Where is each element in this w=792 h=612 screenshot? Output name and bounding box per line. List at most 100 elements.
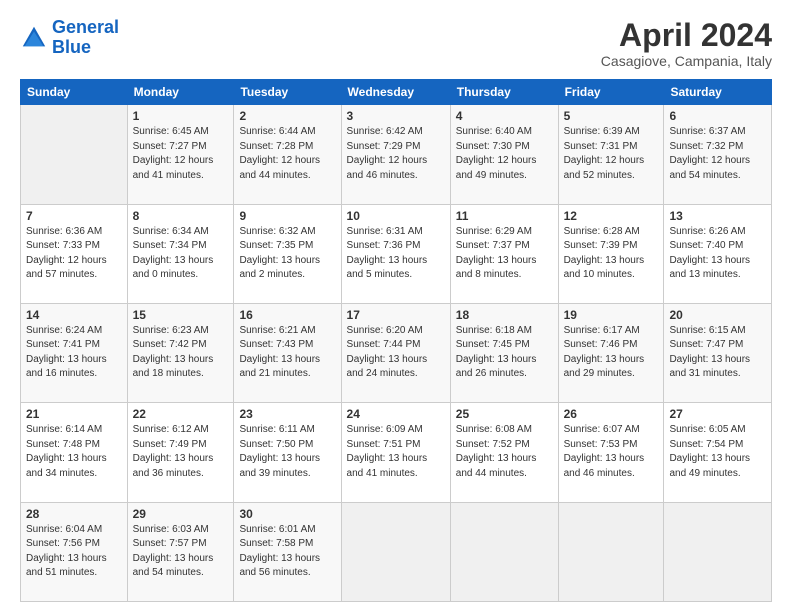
day-number: 7 xyxy=(26,209,122,223)
day-info: Sunrise: 6:14 AM Sunset: 7:48 PM Dayligh… xyxy=(26,423,122,481)
logo-icon xyxy=(20,24,48,52)
day-info: Sunrise: 6:21 AM Sunset: 7:43 PM Dayligh… xyxy=(239,324,335,382)
day-info: Sunrise: 6:07 AM Sunset: 7:53 PM Dayligh… xyxy=(564,423,659,481)
day-number: 8 xyxy=(133,209,229,223)
day-number: 29 xyxy=(133,507,229,521)
day-info: Sunrise: 6:20 AM Sunset: 7:44 PM Dayligh… xyxy=(347,324,445,382)
day-number: 1 xyxy=(133,109,229,123)
day-cell: 30 Sunrise: 6:01 AM Sunset: 7:58 PM Dayli… xyxy=(234,502,341,601)
day-cell: 20 Sunrise: 6:15 AM Sunset: 7:47 PM Dayli… xyxy=(664,303,772,402)
col-header-friday: Friday xyxy=(558,80,664,105)
day-cell: 24Sunrise: 6:09 AM Sunset: 7:51 PM Dayli… xyxy=(341,403,450,502)
day-info: Sunrise: 6:42 AM Sunset: 7:29 PM Dayligh… xyxy=(347,125,445,183)
day-cell xyxy=(450,502,558,601)
day-info: Sunrise: 6:29 AM Sunset: 7:37 PM Dayligh… xyxy=(456,225,553,283)
logo-blue: Blue xyxy=(52,37,91,57)
logo-text: General Blue xyxy=(52,18,119,58)
day-cell: 8Sunrise: 6:34 AM Sunset: 7:34 PM Daylig… xyxy=(127,204,234,303)
day-cell xyxy=(21,105,128,204)
day-number: 5 xyxy=(564,109,659,123)
day-info: Sunrise: 6:26 AM Sunset: 7:40 PM Dayligh… xyxy=(669,225,766,283)
day-info: Sunrise: 6:01 AM Sunset: 7:58 PM Dayligh… xyxy=(239,523,335,581)
day-number: 15 xyxy=(133,308,229,322)
day-cell: 3 Sunrise: 6:42 AM Sunset: 7:29 PM Daylig… xyxy=(341,105,450,204)
day-cell: 18Sunrise: 6:18 AM Sunset: 7:45 PM Dayli… xyxy=(450,303,558,402)
day-cell: 17 Sunrise: 6:20 AM Sunset: 7:44 PM Dayli… xyxy=(341,303,450,402)
day-info: Sunrise: 6:40 AM Sunset: 7:30 PM Dayligh… xyxy=(456,125,553,183)
day-info: Sunrise: 6:09 AM Sunset: 7:51 PM Dayligh… xyxy=(347,423,445,481)
day-cell: 15 Sunrise: 6:23 AM Sunset: 7:42 PM Dayli… xyxy=(127,303,234,402)
day-info: Sunrise: 6:12 AM Sunset: 7:49 PM Dayligh… xyxy=(133,423,229,481)
day-info: Sunrise: 6:11 AM Sunset: 7:50 PM Dayligh… xyxy=(239,423,335,481)
logo: General Blue xyxy=(20,18,119,58)
day-number: 14 xyxy=(26,308,122,322)
day-number: 19 xyxy=(564,308,659,322)
day-number: 18 xyxy=(456,308,553,322)
col-header-thursday: Thursday xyxy=(450,80,558,105)
day-cell: 22 Sunrise: 6:12 AM Sunset: 7:49 PM Dayli… xyxy=(127,403,234,502)
day-cell: 10Sunrise: 6:31 AM Sunset: 7:36 PM Dayli… xyxy=(341,204,450,303)
day-cell: 26Sunrise: 6:07 AM Sunset: 7:53 PM Dayli… xyxy=(558,403,664,502)
header: General Blue April 2024 Casagiove, Campa… xyxy=(20,18,772,69)
day-number: 28 xyxy=(26,507,122,521)
day-number: 16 xyxy=(239,308,335,322)
day-info: Sunrise: 6:39 AM Sunset: 7:31 PM Dayligh… xyxy=(564,125,659,183)
day-number: 4 xyxy=(456,109,553,123)
page-title: April 2024 xyxy=(601,18,772,53)
day-info: Sunrise: 6:45 AM Sunset: 7:27 PM Dayligh… xyxy=(133,125,229,183)
day-info: Sunrise: 6:44 AM Sunset: 7:28 PM Dayligh… xyxy=(239,125,335,183)
col-header-sunday: Sunday xyxy=(21,80,128,105)
day-number: 11 xyxy=(456,209,553,223)
day-info: Sunrise: 6:23 AM Sunset: 7:42 PM Dayligh… xyxy=(133,324,229,382)
day-info: Sunrise: 6:17 AM Sunset: 7:46 PM Dayligh… xyxy=(564,324,659,382)
week-row-3: 14 Sunrise: 6:24 AM Sunset: 7:41 PM Dayli… xyxy=(21,303,772,402)
day-info: Sunrise: 6:31 AM Sunset: 7:36 PM Dayligh… xyxy=(347,225,445,283)
day-cell: 4 Sunrise: 6:40 AM Sunset: 7:30 PM Daylig… xyxy=(450,105,558,204)
day-cell: 7 Sunrise: 6:36 AM Sunset: 7:33 PM Daylig… xyxy=(21,204,128,303)
logo-general: General xyxy=(52,17,119,37)
day-cell: 11 Sunrise: 6:29 AM Sunset: 7:37 PM Dayli… xyxy=(450,204,558,303)
day-cell: 28 Sunrise: 6:04 AM Sunset: 7:56 PM Dayli… xyxy=(21,502,128,601)
col-header-wednesday: Wednesday xyxy=(341,80,450,105)
day-number: 3 xyxy=(347,109,445,123)
day-number: 20 xyxy=(669,308,766,322)
day-info: Sunrise: 6:15 AM Sunset: 7:47 PM Dayligh… xyxy=(669,324,766,382)
day-cell xyxy=(664,502,772,601)
day-number: 30 xyxy=(239,507,335,521)
day-cell: 9Sunrise: 6:32 AM Sunset: 7:35 PM Daylig… xyxy=(234,204,341,303)
week-row-2: 7 Sunrise: 6:36 AM Sunset: 7:33 PM Daylig… xyxy=(21,204,772,303)
day-number: 21 xyxy=(26,407,122,421)
day-info: Sunrise: 6:04 AM Sunset: 7:56 PM Dayligh… xyxy=(26,523,122,581)
day-cell: 25Sunrise: 6:08 AM Sunset: 7:52 PM Dayli… xyxy=(450,403,558,502)
day-info: Sunrise: 6:24 AM Sunset: 7:41 PM Dayligh… xyxy=(26,324,122,382)
col-header-monday: Monday xyxy=(127,80,234,105)
page-subtitle: Casagiove, Campania, Italy xyxy=(601,53,772,69)
day-info: Sunrise: 6:32 AM Sunset: 7:35 PM Dayligh… xyxy=(239,225,335,283)
week-row-5: 28 Sunrise: 6:04 AM Sunset: 7:56 PM Dayli… xyxy=(21,502,772,601)
day-number: 2 xyxy=(239,109,335,123)
day-info: Sunrise: 6:03 AM Sunset: 7:57 PM Dayligh… xyxy=(133,523,229,581)
day-info: Sunrise: 6:36 AM Sunset: 7:33 PM Dayligh… xyxy=(26,225,122,283)
day-cell xyxy=(341,502,450,601)
day-info: Sunrise: 6:28 AM Sunset: 7:39 PM Dayligh… xyxy=(564,225,659,283)
day-cell: 1 Sunrise: 6:45 AM Sunset: 7:27 PM Daylig… xyxy=(127,105,234,204)
day-number: 17 xyxy=(347,308,445,322)
day-number: 25 xyxy=(456,407,553,421)
day-cell: 23Sunrise: 6:11 AM Sunset: 7:50 PM Dayli… xyxy=(234,403,341,502)
day-number: 22 xyxy=(133,407,229,421)
day-cell: 13 Sunrise: 6:26 AM Sunset: 7:40 PM Dayli… xyxy=(664,204,772,303)
day-cell: 12 Sunrise: 6:28 AM Sunset: 7:39 PM Dayli… xyxy=(558,204,664,303)
week-row-1: 1 Sunrise: 6:45 AM Sunset: 7:27 PM Daylig… xyxy=(21,105,772,204)
week-row-4: 21 Sunrise: 6:14 AM Sunset: 7:48 PM Dayli… xyxy=(21,403,772,502)
day-cell: 21 Sunrise: 6:14 AM Sunset: 7:48 PM Dayli… xyxy=(21,403,128,502)
day-number: 13 xyxy=(669,209,766,223)
calendar-table: SundayMondayTuesdayWednesdayThursdayFrid… xyxy=(20,79,772,602)
day-cell xyxy=(558,502,664,601)
day-number: 12 xyxy=(564,209,659,223)
day-cell: 5 Sunrise: 6:39 AM Sunset: 7:31 PM Daylig… xyxy=(558,105,664,204)
day-cell: 19 Sunrise: 6:17 AM Sunset: 7:46 PM Dayli… xyxy=(558,303,664,402)
day-cell: 2 Sunrise: 6:44 AM Sunset: 7:28 PM Daylig… xyxy=(234,105,341,204)
day-cell: 16 Sunrise: 6:21 AM Sunset: 7:43 PM Dayli… xyxy=(234,303,341,402)
calendar-header-row: SundayMondayTuesdayWednesdayThursdayFrid… xyxy=(21,80,772,105)
day-number: 6 xyxy=(669,109,766,123)
